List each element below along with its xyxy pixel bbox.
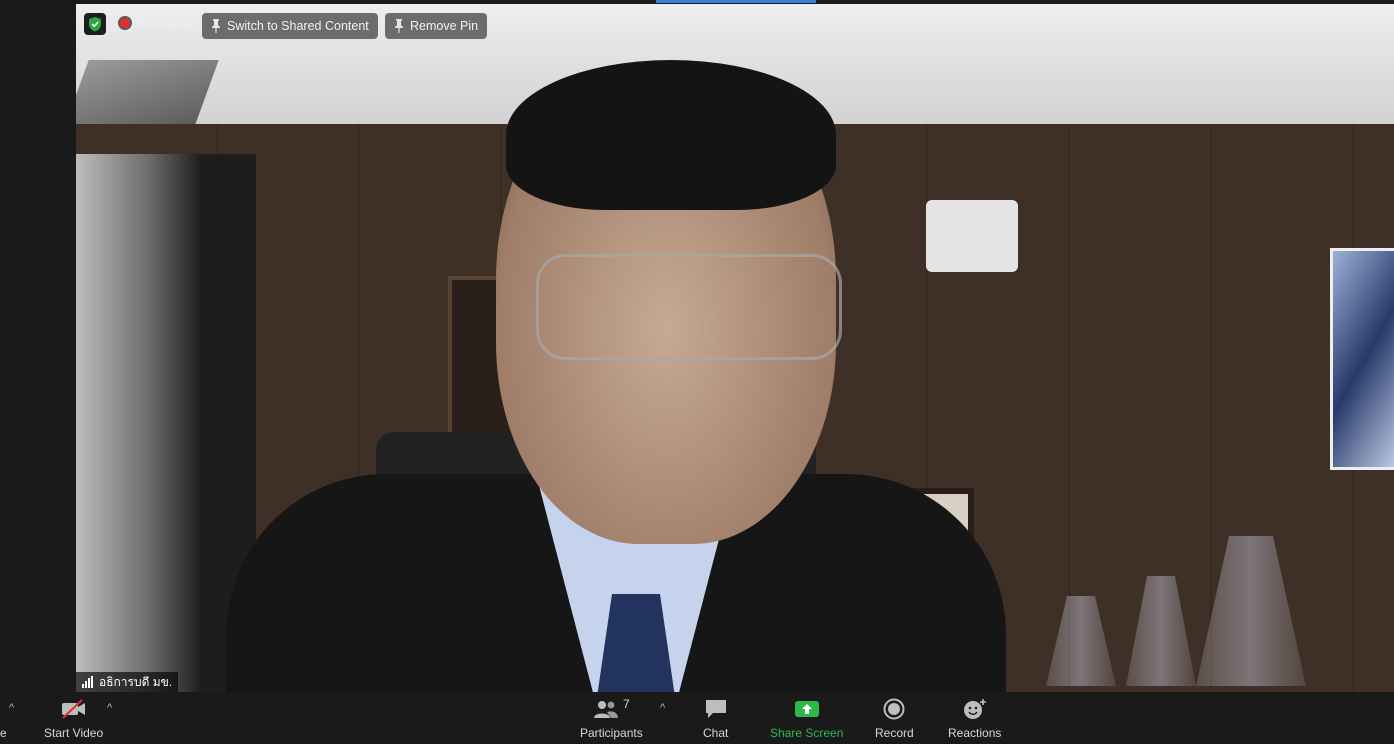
emergency-light <box>926 200 1018 272</box>
security-shield-icon[interactable] <box>84 13 106 35</box>
audio-label-cut: e <box>0 726 7 740</box>
recording-indicator[interactable]: Recording <box>120 16 191 30</box>
participants-label: Participants <box>580 726 643 740</box>
switch-label: Switch to Shared Content <box>227 19 369 33</box>
pin-icon <box>395 19 403 33</box>
record-dot-icon <box>120 18 130 28</box>
reactions-label: Reactions <box>948 726 1002 740</box>
share-screen-label: Share Screen <box>770 726 844 740</box>
reactions-button[interactable]: Reactions <box>948 696 1001 740</box>
record-icon <box>883 698 905 720</box>
participants-icon <box>594 701 618 718</box>
chat-button[interactable]: Chat <box>703 696 728 740</box>
switch-to-shared-content-button[interactable]: Switch to Shared Content <box>202 13 378 39</box>
chat-icon <box>705 700 726 718</box>
video-feed[interactable] <box>76 4 1394 692</box>
active-window-indicator <box>656 0 816 3</box>
start-video-button[interactable]: Start Video <box>44 696 103 740</box>
recording-label: Recording <box>136 16 191 30</box>
remove-pin-label: Remove Pin <box>410 19 479 33</box>
share-screen-button[interactable]: Share Screen <box>770 696 843 740</box>
record-label: Record <box>875 726 914 740</box>
start-video-label: Start Video <box>44 726 104 740</box>
signal-strength-icon <box>82 676 93 688</box>
meeting-top-bar: Recording Switch to Shared Content Remov… <box>76 4 1394 44</box>
wall-poster <box>1330 248 1394 470</box>
audio-options-caret-icon[interactable]: ^ <box>9 702 14 714</box>
meeting-toolbar: ^ e Start Video ^ 7 Participants ^ Chat … <box>0 692 1394 744</box>
participants-button[interactable]: 7 Participants <box>580 696 643 740</box>
reactions-icon <box>963 699 986 719</box>
remove-pin-button[interactable]: Remove Pin <box>385 13 488 39</box>
video-off-icon <box>61 699 85 719</box>
chat-label: Chat <box>703 726 729 740</box>
person-hair <box>506 60 836 210</box>
participant-name: อธิการบดี มข. <box>99 674 173 689</box>
video-options-caret-icon[interactable]: ^ <box>107 702 112 714</box>
person-glasses <box>536 254 842 360</box>
participants-count: 7 <box>623 697 630 711</box>
record-button[interactable]: Record <box>875 696 914 740</box>
pin-icon <box>212 19 220 33</box>
participant-name-tag: อธิการบดี มข. <box>76 672 179 692</box>
share-screen-icon <box>794 701 819 717</box>
participants-options-caret-icon[interactable]: ^ <box>660 702 665 714</box>
